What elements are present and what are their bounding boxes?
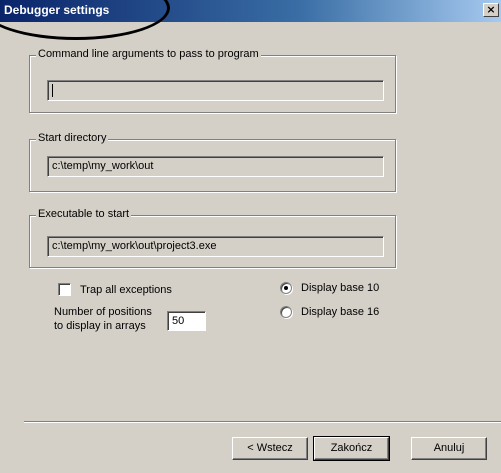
trap-exceptions-option[interactable]: Trap all exceptions — [58, 283, 172, 296]
display-base-10-option[interactable]: Display base 10 — [280, 282, 379, 294]
button-separator — [24, 421, 501, 423]
finish-button[interactable]: Zakończ — [313, 436, 390, 461]
args-group-caption: Command line arguments to pass to progra… — [36, 48, 261, 60]
args-input[interactable] — [47, 80, 384, 101]
start-directory-caption: Start directory — [36, 132, 109, 144]
positions-label: Number of positions to display in arrays — [54, 306, 152, 332]
cancel-button[interactable]: Anuluj — [411, 437, 487, 460]
text-caret — [52, 84, 53, 97]
executable-input[interactable]: c:\temp\my_work\out\project3.exe — [47, 236, 384, 257]
display-base-16-option[interactable]: Display base 16 — [280, 306, 379, 318]
display-base-10-label: Display base 10 — [301, 282, 380, 294]
positions-input[interactable]: 50 — [167, 311, 206, 331]
display-base-16-radio[interactable] — [280, 306, 292, 318]
display-base-16-label: Display base 16 — [301, 306, 380, 318]
close-icon: × — [486, 3, 496, 16]
close-button[interactable]: × — [483, 3, 499, 17]
trap-exceptions-checkbox[interactable] — [58, 283, 71, 296]
args-group: Command line arguments to pass to progra… — [29, 48, 396, 113]
start-directory-group: Start directory c:\temp\my_work\out — [29, 132, 396, 192]
window-title: Debugger settings — [4, 3, 110, 17]
trap-exceptions-label: Trap all exceptions — [80, 283, 172, 296]
debugger-settings-dialog: Debugger settings × Command line argumen… — [0, 0, 501, 473]
title-bar[interactable]: Debugger settings × — [0, 0, 501, 22]
start-directory-input[interactable]: c:\temp\my_work\out — [47, 156, 384, 177]
executable-group: Executable to start c:\temp\my_work\out\… — [29, 208, 396, 268]
executable-caption: Executable to start — [36, 208, 132, 220]
display-base-10-radio[interactable] — [280, 282, 292, 294]
back-button[interactable]: < Wstecz — [232, 437, 308, 460]
